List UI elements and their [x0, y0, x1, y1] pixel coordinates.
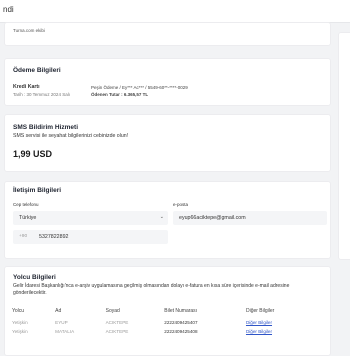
passengers-description: Gelir İdaresi Başkanlığı'nca e-arşiv uyg…: [13, 283, 290, 296]
column-header: Yolcu: [12, 308, 25, 314]
other-info-link[interactable]: Diğer Bilgiler: [244, 327, 315, 336]
ticket-number: 2222409425407: [164, 320, 198, 325]
country-value: Türkiye: [19, 215, 37, 221]
sms-description: SMS servisi ile seyahat bilgilerinizi ce…: [13, 133, 129, 139]
page-title: ndi: [3, 5, 14, 14]
sms-title: SMS Bildirim Hizmeti: [13, 124, 79, 131]
other-info-link[interactable]: Diğer Bilgiler: [244, 318, 315, 327]
column-header: Diğer Bilgiler: [245, 308, 275, 314]
table-header-row: Yolcu Ad Soyad Bilet Numarası Diğer Bilg…: [10, 306, 315, 318]
passenger-last-name: ACIKTEPE: [105, 329, 129, 334]
payment-total: Ödenen Tutar : 6.365,57 TL: [91, 92, 149, 97]
sms-price: 1,99 USD: [13, 149, 53, 159]
sms-card: SMS Bildirim Hizmeti SMS servisi ile sey…: [4, 114, 331, 172]
passengers-title: Yolcu Bilgileri: [13, 274, 56, 281]
passenger-last-name: ACIKTEPE: [105, 320, 129, 325]
note-text: Turna.com ekibi: [13, 28, 45, 33]
passengers-table: Yolcu Ad Soyad Bilet Numarası Diğer Bilg…: [10, 306, 315, 336]
column-header: Ad: [55, 308, 62, 314]
contact-title: İletişim Bilgileri: [13, 187, 62, 194]
right-side-panel: [338, 32, 350, 260]
payment-title: Ödeme Bilgileri: [13, 67, 61, 74]
payment-card: Ödeme Bilgileri Kredi Kartı Tarih : 30 T…: [4, 58, 331, 106]
passenger-first-name: MATALIA: [55, 329, 75, 334]
chevron-down-icon: ⌄: [159, 214, 164, 220]
email-field[interactable]: eyup66aciktepe@gmail.com: [173, 211, 327, 225]
payment-method: Kredi Kartı: [13, 84, 40, 90]
passenger-first-name: EYUP: [55, 320, 68, 325]
country-select[interactable]: Türkiye ⌄: [13, 211, 168, 225]
payment-date: Tarih : 30 Temmuz 2024 Salı: [13, 92, 70, 97]
column-header: Soyad: [105, 308, 120, 314]
table-row: Yetişkin MATALIA ACIKTEPE 2222409425408 …: [10, 327, 315, 336]
note-card: Turna.com ekibi: [4, 22, 331, 46]
email-value: eyup66aciktepe@gmail.com: [179, 215, 246, 221]
dial-code: +90: [19, 234, 28, 239]
phone-value: 5327822892: [39, 234, 69, 240]
passenger-type: Yetişkin: [12, 329, 28, 334]
phone-label: Cep telefonu: [13, 202, 39, 207]
payment-installment: Peşin Ödeme / Ey*** Ac*** / 5549-60**-**…: [91, 85, 188, 90]
top-bar: ndi: [0, 0, 350, 23]
passenger-type: Yetişkin: [12, 320, 28, 325]
phone-field[interactable]: +90 5327822892: [13, 230, 168, 244]
ticket-number: 2222409425408: [164, 329, 198, 334]
table-row: Yetişkin EYUP ACIKTEPE 2222409425407 Diğ…: [10, 318, 315, 327]
email-label: e-posta: [173, 202, 189, 207]
column-header: Bilet Numarası: [164, 308, 198, 314]
contact-card: İletişim Bilgileri Cep telefonu e-posta …: [4, 181, 331, 259]
